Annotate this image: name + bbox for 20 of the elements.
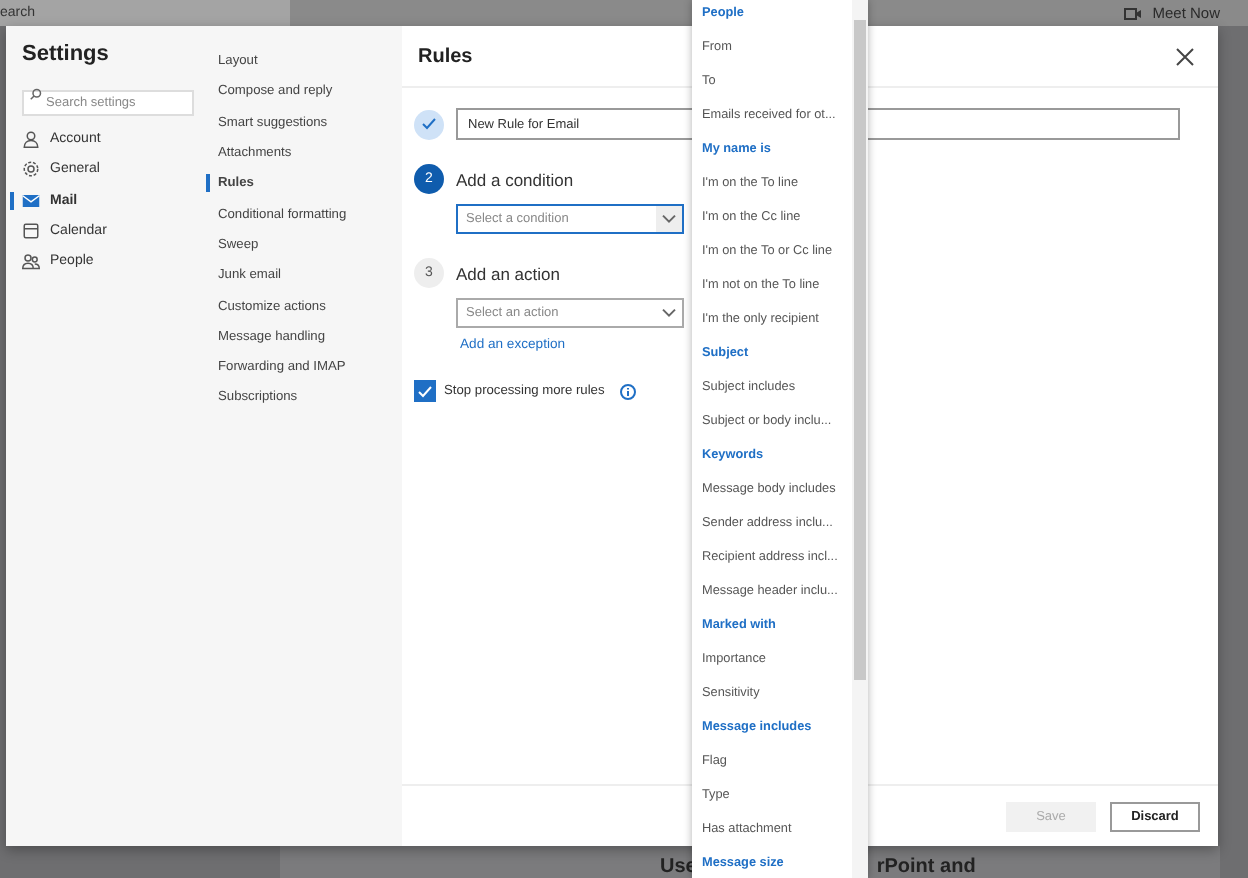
checkbox[interactable]: [414, 380, 436, 402]
settings-title: Settings: [22, 42, 111, 66]
selection-indicator: [10, 191, 14, 210]
people-icon: [22, 252, 40, 271]
video-camera-icon: [1124, 7, 1143, 19]
chevron-down-icon: [662, 214, 676, 224]
person-icon: [22, 130, 40, 149]
info-icon[interactable]: [620, 383, 637, 399]
calendar-icon: [22, 222, 40, 241]
checkmark-icon: [422, 118, 436, 130]
step-label: Add a condition: [456, 169, 574, 189]
gear-icon: [22, 160, 40, 179]
step-label: Add an action: [456, 263, 560, 283]
close-icon[interactable]: [1176, 47, 1194, 65]
selection-indicator: [206, 174, 210, 193]
rules-title: Rules: [418, 45, 473, 67]
mail-icon: [22, 191, 40, 210]
headline-text: rPoint and: [876, 856, 976, 878]
chevron-down-icon: [662, 308, 676, 318]
search-icon: [30, 87, 42, 99]
